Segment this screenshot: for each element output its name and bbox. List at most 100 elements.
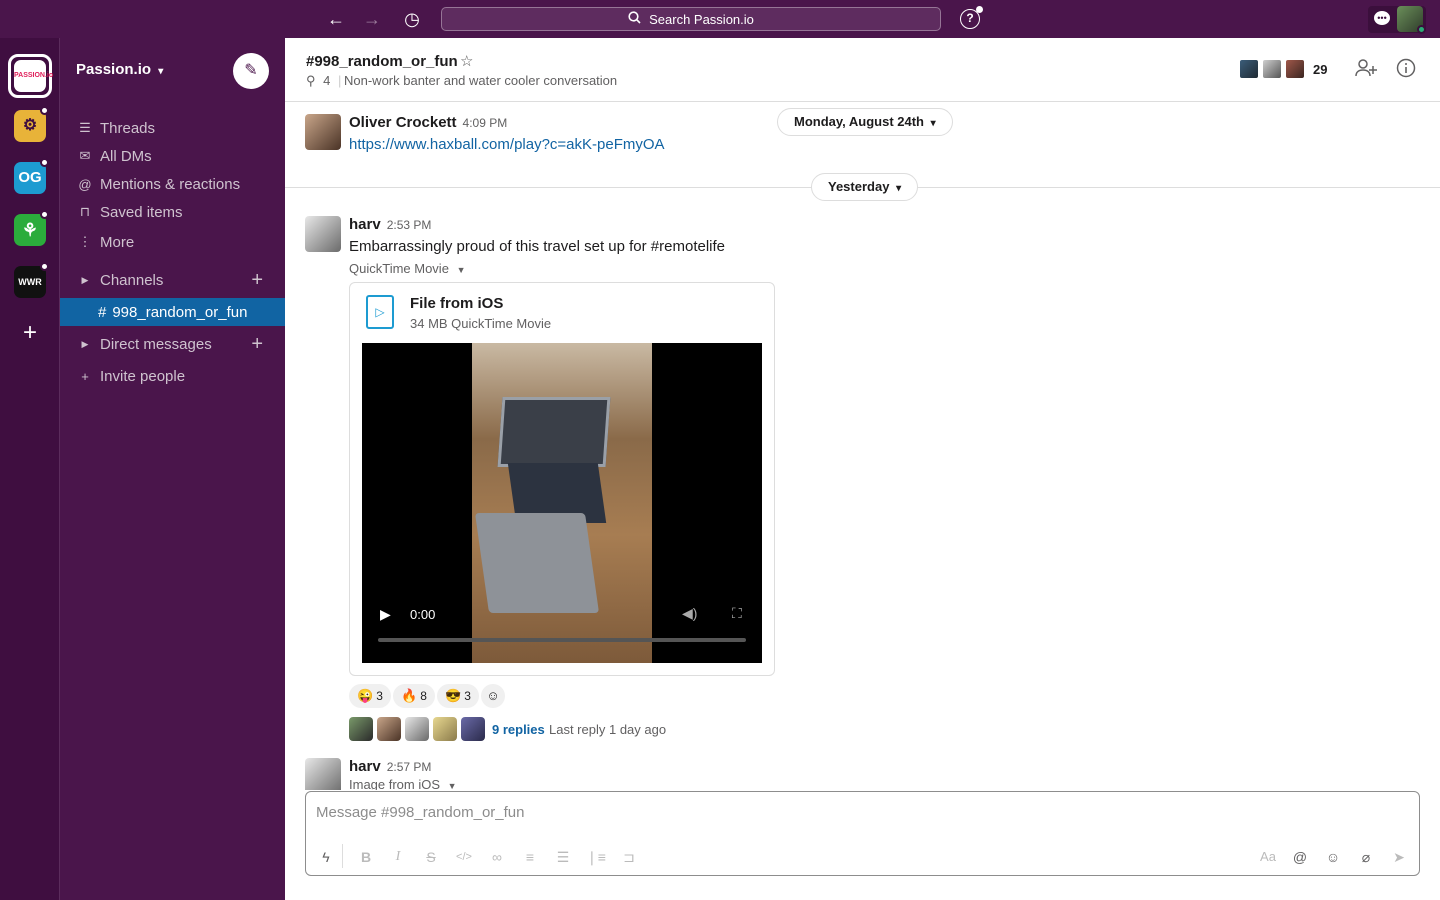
- channel-topic[interactable]: Non-work banter and water cooler convers…: [344, 73, 617, 88]
- avatar[interactable]: [305, 216, 341, 252]
- member-avatar[interactable]: [1261, 58, 1283, 80]
- bookmark-icon: ⊓: [79, 204, 91, 219]
- search-icon: [628, 11, 641, 27]
- chevron-down-icon: ▾: [896, 183, 902, 194]
- file-type-menu[interactable]: QuickTime Movie ▼: [349, 261, 465, 276]
- reply-avatar[interactable]: [461, 717, 485, 741]
- attachment-icon[interactable]: ⌀: [1356, 847, 1376, 867]
- code-block-icon[interactable]: ⊐: [619, 847, 639, 867]
- ordered-list-icon[interactable]: ≡: [520, 847, 540, 867]
- workspace-passion[interactable]: PASSION.io: [14, 60, 53, 92]
- file-size: 34 MB QuickTime Movie: [410, 316, 552, 331]
- info-icon[interactable]: [1394, 58, 1418, 82]
- avatar[interactable]: [305, 758, 341, 790]
- sidebar-item-saved[interactable]: ⊓ Saved items: [60, 198, 285, 226]
- date-jump-yesterday[interactable]: Yesterday ▾: [811, 173, 919, 201]
- add-member-icon[interactable]: [1354, 58, 1378, 82]
- pinned-items[interactable]: ⚲ 4 |: [306, 73, 341, 89]
- member-avatar[interactable]: [1238, 58, 1260, 80]
- workspace-rail: PASSION.io ⚙ OG ⚘ WWR +: [0, 38, 60, 900]
- member-count[interactable]: 29: [1313, 62, 1327, 77]
- file-type-menu[interactable]: Image from iOS ▼: [349, 777, 457, 790]
- forward-arrow-icon[interactable]: →: [361, 8, 383, 30]
- reply-avatar[interactable]: [433, 717, 457, 741]
- sidebar-section-dms[interactable]: ▶ Direct messages +: [60, 330, 285, 358]
- member-avatar[interactable]: [1284, 58, 1306, 80]
- message-author[interactable]: harv 2:57 PM: [349, 758, 431, 775]
- workspace-wwr[interactable]: WWR: [14, 266, 46, 298]
- help-notification-dot: [976, 6, 983, 13]
- mention-icon[interactable]: @: [1290, 847, 1310, 867]
- message-author[interactable]: Oliver Crockett 4:09 PM: [349, 114, 507, 131]
- send-icon[interactable]: ➤: [1389, 847, 1409, 867]
- reply-avatar[interactable]: [377, 717, 401, 741]
- play-icon[interactable]: ▶: [380, 606, 391, 623]
- search-bar[interactable]: Search Passion.io: [441, 7, 941, 31]
- sidebar-item-invite[interactable]: + Invite people: [60, 362, 285, 390]
- sidebar: Passion.io ▾ ✎ ☰ Threads ✉ All DMs @ Men…: [60, 38, 285, 900]
- bold-icon[interactable]: B: [356, 847, 376, 867]
- shortcuts-bolt-icon[interactable]: ϟ: [316, 847, 336, 867]
- channel-title[interactable]: #998_random_or_fun: [306, 53, 458, 70]
- sidebar-item-threads[interactable]: ☰ Threads: [60, 114, 285, 142]
- link-icon[interactable]: ∞: [487, 847, 507, 867]
- emoji-icon[interactable]: ☺: [1323, 847, 1343, 867]
- last-reply-time: Last reply 1 day ago: [549, 722, 667, 737]
- back-arrow-icon[interactable]: ←: [325, 8, 347, 30]
- caret-down-icon: ▼: [447, 781, 457, 790]
- reaction-pill[interactable]: 🔥 8: [393, 684, 435, 708]
- history-icon[interactable]: ◷: [401, 8, 423, 30]
- reply-avatar[interactable]: [349, 717, 373, 741]
- video-time: 0:00: [410, 607, 436, 622]
- bulleted-list-icon[interactable]: ☰: [553, 847, 573, 867]
- workspace-name[interactable]: Passion.io ▾: [76, 61, 163, 78]
- reaction-emoji: 😜: [357, 688, 374, 703]
- italic-icon[interactable]: I: [388, 847, 408, 867]
- strikethrough-icon[interactable]: S: [421, 847, 441, 867]
- sidebar-item-more[interactable]: ⋮ More: [60, 228, 285, 256]
- message-author[interactable]: harv 2:53 PM: [349, 216, 431, 233]
- message-time[interactable]: 2:57 PM: [387, 760, 432, 774]
- add-dm-icon[interactable]: +: [251, 333, 263, 356]
- chat-bubble-icon[interactable]: •••: [1374, 11, 1390, 25]
- message-input[interactable]: [316, 804, 1406, 821]
- message-link[interactable]: https://www.haxball.com/play?c=akK-peFmy…: [349, 136, 665, 153]
- video-player[interactable]: ▶ 0:00 ◀) ⛶: [362, 343, 762, 663]
- add-channel-icon[interactable]: +: [251, 269, 263, 292]
- video-progress-track[interactable]: [378, 638, 746, 642]
- reply-avatar[interactable]: [405, 717, 429, 741]
- add-workspace-icon[interactable]: +: [18, 321, 42, 345]
- message-time[interactable]: 2:53 PM: [387, 218, 432, 232]
- formatting-toggle[interactable]: Aa: [1258, 847, 1278, 867]
- caret-right-icon: ▶: [81, 274, 89, 285]
- chevron-down-icon: ▾: [930, 118, 936, 129]
- sidebar-item-channel-998[interactable]: # 998_random_or_fun: [60, 298, 285, 326]
- thread-replies-link[interactable]: 9 replies: [492, 722, 545, 737]
- sidebar-item-all-dms[interactable]: ✉ All DMs: [60, 142, 285, 170]
- dms-icon: ✉: [79, 148, 91, 163]
- file-name[interactable]: File from iOS: [410, 295, 503, 312]
- add-reaction-icon[interactable]: ☺: [481, 684, 505, 708]
- sidebar-item-mentions[interactable]: @ Mentions & reactions: [60, 170, 285, 198]
- fullscreen-icon[interactable]: ⛶: [732, 605, 742, 622]
- message-time[interactable]: 4:09 PM: [463, 116, 508, 130]
- video-thumbnail: [472, 343, 652, 663]
- volume-icon[interactable]: ◀): [682, 605, 697, 622]
- reaction-pill[interactable]: 😜 3: [349, 684, 391, 708]
- blockquote-icon[interactable]: ❘≡: [586, 847, 606, 867]
- toolbar-divider: [342, 844, 343, 868]
- workspace-wwr-unread-dot: [40, 262, 49, 271]
- code-icon[interactable]: </>: [454, 847, 474, 867]
- workspace-og[interactable]: OG: [14, 162, 46, 194]
- sidebar-section-channels[interactable]: ▶ Channels +: [60, 266, 285, 294]
- workspace-4[interactable]: ⚘: [14, 214, 46, 246]
- avatar[interactable]: [305, 114, 341, 150]
- date-jump-monday[interactable]: Monday, August 24th ▾: [777, 108, 953, 136]
- star-icon[interactable]: ☆: [460, 52, 473, 70]
- laptop-keyboard-image: [474, 513, 600, 613]
- laptop-screen-image: [497, 397, 611, 467]
- compose-icon[interactable]: ✎: [233, 53, 269, 89]
- workspace-2[interactable]: ⚙: [14, 110, 46, 142]
- file-attachment[interactable]: ▷ File from iOS 34 MB QuickTime Movie ▶ …: [349, 282, 775, 676]
- reaction-pill[interactable]: 😎 3: [437, 684, 479, 708]
